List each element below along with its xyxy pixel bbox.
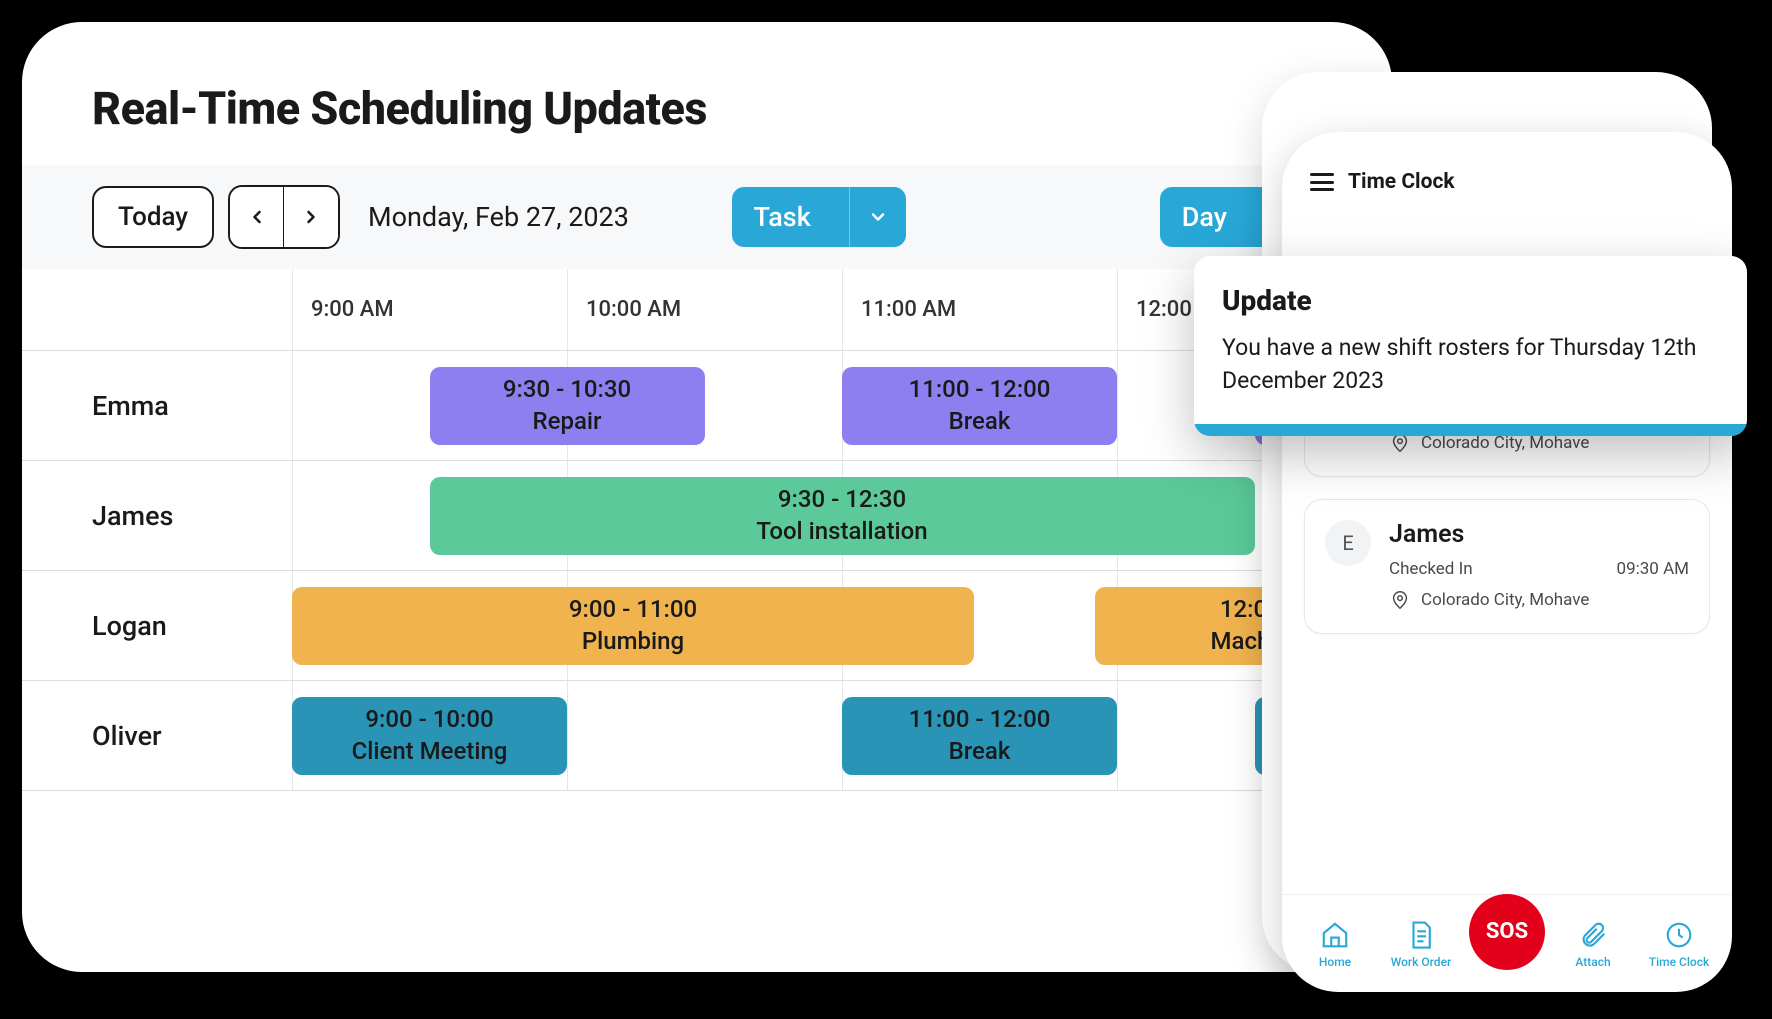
phone-header-title: Time Clock — [1348, 170, 1455, 194]
next-day-button[interactable] — [284, 187, 338, 247]
schedule-event[interactable]: 9:00 - 10:00Client Meeting — [292, 697, 567, 775]
tab-time-clock[interactable]: Time Clock — [1641, 919, 1717, 969]
toast-title: Update — [1222, 284, 1719, 317]
tab-home-label: Home — [1319, 955, 1351, 969]
events-area: 9:30 - 12:30Tool installation — [292, 461, 1392, 570]
date-nav-group — [228, 185, 340, 249]
schedule-row: James 9:30 - 12:30Tool installation — [22, 461, 1392, 571]
worker-status: Checked In — [1389, 559, 1473, 579]
time-header: 10:00 AM — [567, 269, 842, 350]
tab-work-order[interactable]: Work Order — [1383, 919, 1459, 969]
time-header-row: 9:00 AM10:00 AM11:00 AM12:00 PM — [22, 269, 1392, 351]
clock-icon — [1663, 919, 1695, 951]
schedule-row: Oliver9:00 - 10:00Client Meeting 11:00 - … — [22, 681, 1392, 791]
prev-day-button[interactable] — [230, 187, 284, 247]
sos-button[interactable]: SOS — [1469, 894, 1545, 970]
schedule-grid: 9:00 AM10:00 AM11:00 AM12:00 PM Emma 9:30… — [22, 269, 1392, 791]
phone-tabbar: Home Work Order SOS Attach Time Clock — [1282, 894, 1732, 992]
paperclip-icon — [1577, 919, 1609, 951]
today-button[interactable]: Today — [92, 186, 214, 248]
worker-location: Colorado City, Mohave — [1421, 590, 1589, 610]
toast-body: You have a new shift rosters for Thursda… — [1222, 331, 1719, 398]
schedule-event[interactable]: 11:00 - 12:00Break — [842, 367, 1117, 445]
chevron-left-icon — [247, 203, 267, 231]
worker-name: Logan — [22, 610, 292, 642]
schedule-event[interactable]: 9:00 - 11:00Plumbing — [292, 587, 974, 665]
tab-attach-label: Attach — [1575, 955, 1610, 969]
schedule-event[interactable]: 9:30 - 10:30Repair — [430, 367, 705, 445]
time-header: 9:00 AM — [292, 269, 567, 350]
worker-name: James — [22, 500, 292, 532]
menu-icon[interactable] — [1310, 173, 1334, 191]
worker-location: Colorado City, Mohave — [1421, 433, 1589, 453]
worker-card[interactable]: E James Checked In 09:30 AM Colorado Cit… — [1304, 499, 1710, 634]
time-header: 11:00 AM — [842, 269, 1117, 350]
worker-checkin-time: 09:30 AM — [1617, 559, 1689, 579]
schedule-row: Logan9:00 - 11:00Plumbing12:0Machi — [22, 571, 1392, 681]
tab-time-clock-label: Time Clock — [1649, 955, 1709, 969]
chevron-down-icon — [849, 187, 906, 247]
tab-work-order-label: Work Order — [1391, 955, 1452, 969]
task-select-label: Task — [732, 201, 833, 233]
toolbar: Today Monday, Feb 27, 2023 Task Day — [22, 165, 1392, 269]
chevron-right-icon — [301, 203, 321, 231]
worker-name: Oliver — [22, 720, 292, 752]
worker-name: Emma — [22, 390, 292, 422]
events-area: 9:00 - 11:00Plumbing12:0Machi — [292, 571, 1392, 680]
worker-name: James — [1389, 520, 1689, 549]
toast-accent-bar — [1194, 424, 1747, 436]
page-title: Real-Time Scheduling Updates — [22, 82, 1392, 165]
tab-home[interactable]: Home — [1297, 919, 1373, 969]
schedule-event[interactable]: 11:00 - 12:00Break — [842, 697, 1117, 775]
schedule-row: Emma 9:30 - 10:30Repair 11:00 - 12:00Break — [22, 351, 1392, 461]
day-select-label: Day — [1160, 201, 1249, 233]
phone-header: Time Clock — [1282, 132, 1732, 212]
tab-attach[interactable]: Attach — [1555, 919, 1631, 969]
scheduling-card: Real-Time Scheduling Updates Today Monda… — [22, 22, 1392, 972]
location-icon — [1389, 589, 1411, 611]
document-icon — [1405, 919, 1437, 951]
update-toast[interactable]: Update You have a new shift rosters for … — [1194, 256, 1747, 436]
task-select-dropdown[interactable]: Task — [732, 187, 906, 247]
current-date-label: Monday, Feb 27, 2023 — [368, 201, 629, 233]
avatar: E — [1325, 520, 1371, 566]
home-icon — [1319, 919, 1351, 951]
events-area: 9:00 - 10:00Client Meeting 11:00 - 12:00B… — [292, 681, 1392, 790]
schedule-event[interactable]: 9:30 - 12:30Tool installation — [430, 477, 1255, 555]
